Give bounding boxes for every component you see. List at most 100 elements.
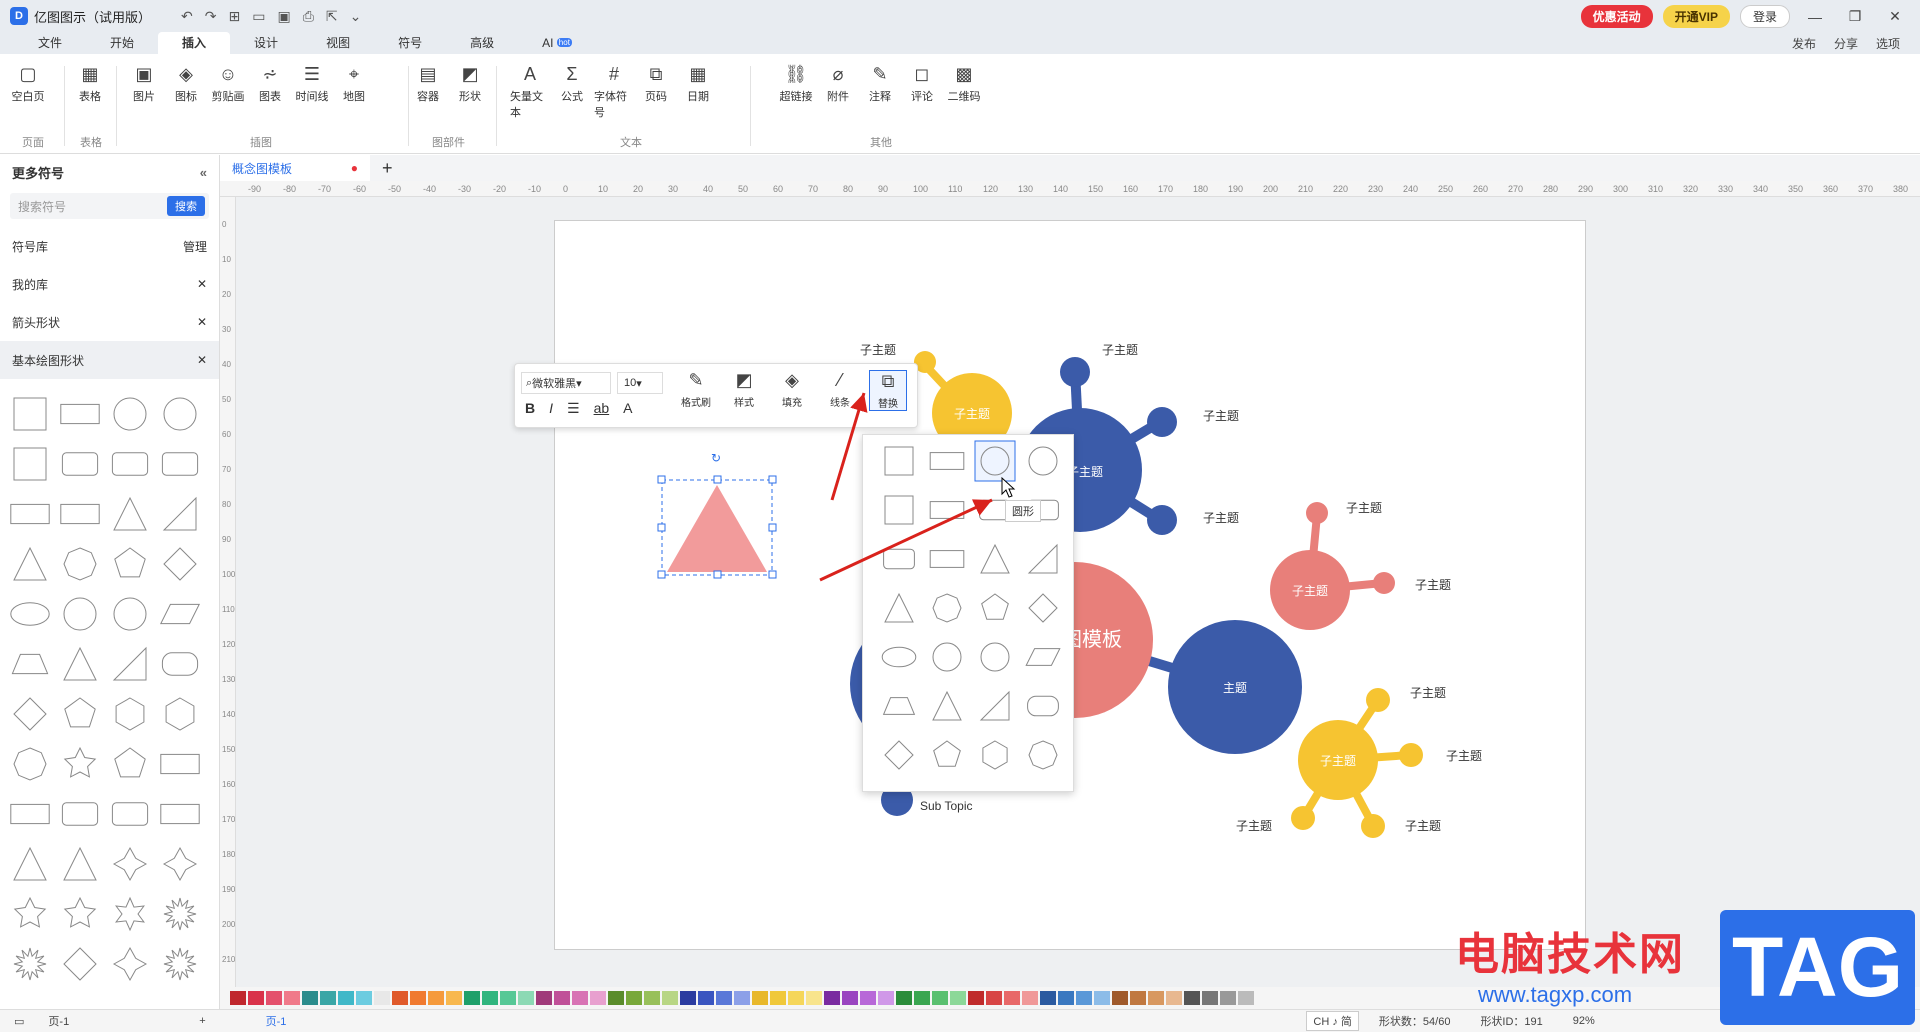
color-swatch[interactable] xyxy=(752,991,768,1005)
color-swatch[interactable] xyxy=(644,991,660,1005)
color-swatch[interactable] xyxy=(374,991,390,1005)
topic-dot[interactable] xyxy=(1306,502,1328,524)
topic-dot[interactable] xyxy=(1361,814,1385,838)
sub-topic-label[interactable]: 子主题 xyxy=(1102,343,1138,357)
page-tab[interactable]: 页-1 xyxy=(266,1013,287,1029)
float-tool-button[interactable]: ⁄ 线条 xyxy=(821,370,859,411)
color-swatch[interactable] xyxy=(554,991,570,1005)
color-swatch[interactable] xyxy=(1202,991,1218,1005)
color-swatch[interactable] xyxy=(1220,991,1236,1005)
sub-topic-label[interactable]: 子主题 xyxy=(860,343,896,357)
color-swatch[interactable] xyxy=(770,991,786,1005)
color-swatch[interactable] xyxy=(356,991,372,1005)
color-swatch[interactable] xyxy=(428,991,444,1005)
topic-dot[interactable] xyxy=(1373,572,1395,594)
sub-topic-label[interactable]: 子主题 xyxy=(1203,409,1239,423)
color-swatch[interactable] xyxy=(914,991,930,1005)
float-tool-button[interactable]: ◈ 填充 xyxy=(773,370,811,411)
color-swatch[interactable] xyxy=(410,991,426,1005)
float-tool-button[interactable]: ✎ 格式刷 xyxy=(677,370,715,411)
topic-dot[interactable] xyxy=(1147,505,1177,535)
float-tool-button[interactable]: ⧉ 替换 xyxy=(869,370,907,411)
color-swatch[interactable] xyxy=(284,991,300,1005)
color-swatch[interactable] xyxy=(446,991,462,1005)
color-swatch[interactable] xyxy=(1148,991,1164,1005)
color-swatch[interactable] xyxy=(716,991,732,1005)
topic-dot[interactable] xyxy=(1366,688,1390,712)
add-page-icon[interactable]: + xyxy=(199,1015,205,1027)
color-swatch[interactable] xyxy=(1166,991,1182,1005)
color-swatch[interactable] xyxy=(338,991,354,1005)
color-swatch[interactable] xyxy=(932,991,948,1005)
color-swatch[interactable] xyxy=(1238,991,1254,1005)
shape-count: 形状数：54/60 xyxy=(1378,1016,1451,1028)
page-select[interactable]: 页-1 xyxy=(48,1013,69,1029)
sub-topic-label[interactable]: 子主题 xyxy=(1415,578,1451,592)
color-swatch[interactable] xyxy=(878,991,894,1005)
color-swatch[interactable] xyxy=(590,991,606,1005)
color-swatch[interactable] xyxy=(1004,991,1020,1005)
float-tool-label: 样式 xyxy=(734,398,754,409)
color-swatch[interactable] xyxy=(1022,991,1038,1005)
sub-topic-label[interactable]: 子主题 xyxy=(1346,501,1382,515)
sub-topic-en-label[interactable]: Sub Topic xyxy=(920,799,972,813)
color-swatch[interactable] xyxy=(248,991,264,1005)
color-swatch[interactable] xyxy=(230,991,246,1005)
color-swatch[interactable] xyxy=(518,991,534,1005)
color-swatch[interactable] xyxy=(1040,991,1056,1005)
color-swatch[interactable] xyxy=(482,991,498,1005)
color-swatch[interactable] xyxy=(806,991,822,1005)
color-swatch[interactable] xyxy=(860,991,876,1005)
topic-dot[interactable] xyxy=(1399,743,1423,767)
color-swatch[interactable] xyxy=(1184,991,1200,1005)
color-swatch[interactable] xyxy=(626,991,642,1005)
color-swatch[interactable] xyxy=(266,991,282,1005)
topic-dot[interactable] xyxy=(1147,407,1177,437)
color-swatch[interactable] xyxy=(662,991,678,1005)
color-swatch[interactable] xyxy=(320,991,336,1005)
sub-topic-label[interactable]: 子主题 xyxy=(1236,819,1272,833)
shape-rect xyxy=(884,446,914,476)
color-swatch[interactable] xyxy=(950,991,966,1005)
color-swatch[interactable] xyxy=(1112,991,1128,1005)
underline-icon[interactable]: ab xyxy=(594,400,610,417)
float-tool-button[interactable]: ◩ 样式 xyxy=(725,370,763,411)
color-swatch[interactable] xyxy=(986,991,1002,1005)
color-swatch[interactable] xyxy=(608,991,624,1005)
color-swatch[interactable] xyxy=(842,991,858,1005)
color-swatch[interactable] xyxy=(302,991,318,1005)
color-swatch[interactable] xyxy=(896,991,912,1005)
color-swatch[interactable] xyxy=(680,991,696,1005)
color-swatch[interactable] xyxy=(572,991,588,1005)
topic-dot[interactable] xyxy=(1291,806,1315,830)
color-swatch[interactable] xyxy=(1058,991,1074,1005)
page-layout-icon[interactable]: ▭ xyxy=(14,1015,24,1028)
rotate-icon[interactable]: ↻ xyxy=(711,451,721,465)
selected-triangle[interactable]: ↻ xyxy=(657,451,777,579)
color-swatch[interactable] xyxy=(1130,991,1146,1005)
color-swatch[interactable] xyxy=(698,991,714,1005)
color-swatch[interactable] xyxy=(824,991,840,1005)
color-swatch[interactable] xyxy=(464,991,480,1005)
sub-topic-label[interactable]: 子主题 xyxy=(1405,819,1441,833)
font-family-select[interactable]: ⌕ 微软雅黑 ▾ xyxy=(521,372,611,394)
color-swatch[interactable] xyxy=(734,991,750,1005)
italic-icon[interactable]: I xyxy=(549,400,553,417)
color-swatch[interactable] xyxy=(392,991,408,1005)
color-swatch[interactable] xyxy=(788,991,804,1005)
font-size-select[interactable]: 10 ▾ xyxy=(617,372,663,394)
sub-topic-label[interactable]: 子主题 xyxy=(1410,686,1446,700)
topic-dot[interactable] xyxy=(1060,357,1090,387)
color-swatch[interactable] xyxy=(500,991,516,1005)
font-color-icon[interactable]: A xyxy=(623,400,632,417)
shape-oct xyxy=(932,593,962,623)
sub-topic-label[interactable]: 子主题 xyxy=(1203,511,1239,525)
align-icon[interactable]: ☰ xyxy=(567,400,580,417)
color-swatch[interactable] xyxy=(1076,991,1092,1005)
zoom-level[interactable]: 92% xyxy=(1573,1015,1595,1027)
bold-icon[interactable]: B xyxy=(525,400,535,417)
sub-topic-label[interactable]: 子主题 xyxy=(1446,749,1482,763)
color-swatch[interactable] xyxy=(536,991,552,1005)
color-swatch[interactable] xyxy=(1094,991,1110,1005)
color-swatch[interactable] xyxy=(968,991,984,1005)
